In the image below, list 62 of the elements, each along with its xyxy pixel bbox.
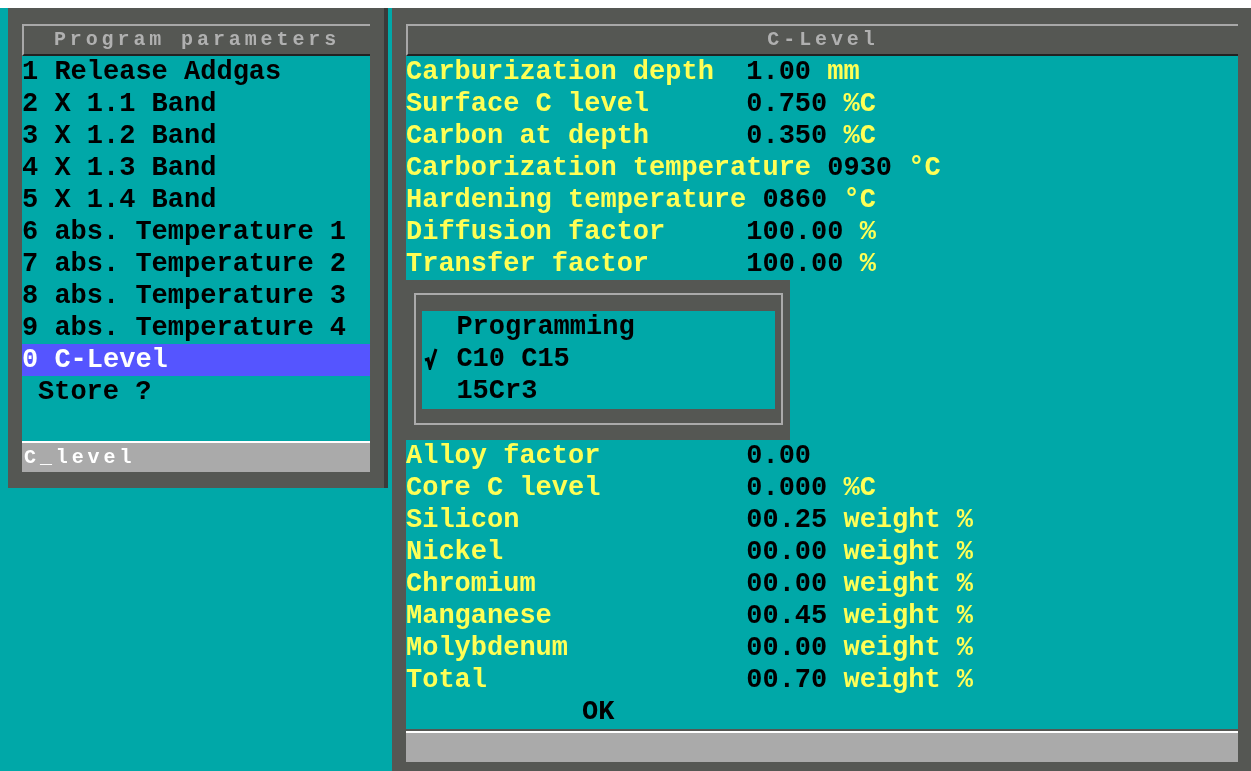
unit-label: weight % [843,536,974,568]
unit-label: %C [843,88,876,120]
field-value[interactable]: 00.25 [746,504,828,536]
window-title: C-Level [406,24,1238,56]
unit-label: weight % [843,664,974,696]
field-label: Carbon at depth [406,120,651,152]
unit-label: mm [827,56,860,88]
menu-item[interactable]: 5 X 1.4 Band [22,184,370,216]
unit-label: weight % [843,568,974,600]
unit-label: %C [843,120,876,152]
field-label: Molybdenum [406,632,570,664]
menu-item[interactable]: Store ? [22,376,370,408]
menu-item[interactable]: 8 abs. Temperature 3 [22,280,370,312]
popup-title: Programming [456,311,635,343]
field-value[interactable]: 0860 [762,184,828,216]
field-value[interactable]: 00.00 [746,568,828,600]
unit-label: %C [843,472,876,504]
field-value[interactable]: 00.00 [746,632,828,664]
window-title: Program parameters [22,24,370,56]
field-label: Carburization depth [406,56,715,88]
ok-button[interactable]: OK [582,696,615,728]
field-value[interactable]: 00.45 [746,600,828,632]
unit-label: weight % [843,600,974,632]
menu-item[interactable]: 3 X 1.2 Band [22,120,370,152]
field-value[interactable]: 0.750 [746,88,828,120]
field-label: Manganese [406,600,553,632]
field-value[interactable]: 0930 [827,152,893,184]
menu-item[interactable]: 2 X 1.1 Band [22,88,370,120]
option-item[interactable]: C10 C15 [456,343,570,375]
unit-label: weight % [843,504,974,536]
field-value[interactable]: 0.000 [746,472,828,504]
field-value[interactable]: 00.00 [746,536,828,568]
menu-item[interactable]: 4 X 1.3 Band [22,152,370,184]
menu-item[interactable]: 1 Release Addgas [22,56,370,88]
field-label: Silicon [406,504,521,536]
field-value[interactable]: 100.00 [746,248,844,280]
field-label: Total [406,664,488,696]
menu-item[interactable]: 0 C-Level [22,344,370,376]
field-value[interactable]: 0.350 [746,120,828,152]
field-value[interactable]: 0.00 [746,440,812,472]
field-label: Transfer factor [406,248,651,280]
option-item[interactable]: 15Cr3 [456,375,538,407]
unit-label: % [859,248,876,280]
field-label: Alloy factor [406,440,602,472]
field-label: Surface C level [406,88,651,120]
unit-label: °C [908,152,941,184]
menu-item[interactable]: 9 abs. Temperature 4 [22,312,370,344]
status-bar: C_level [22,441,370,472]
field-label: Carborization temperature [406,152,812,184]
field-value[interactable]: 1.00 [746,56,812,88]
menu-item[interactable]: 7 abs. Temperature 2 [22,248,370,280]
field-label: Core C level [406,472,602,504]
field-label: Hardening temperature [406,184,747,216]
menu-item[interactable]: 6 abs. Temperature 1 [22,216,370,248]
unit-label: weight % [843,632,974,664]
field-label: Diffusion factor [406,216,667,248]
field-value[interactable]: 00.70 [746,664,828,696]
unit-label: °C [843,184,876,216]
field-label: Chromium [406,568,537,600]
field-label: Nickel [406,536,505,568]
unit-label: % [859,216,876,248]
field-value[interactable]: 100.00 [746,216,844,248]
